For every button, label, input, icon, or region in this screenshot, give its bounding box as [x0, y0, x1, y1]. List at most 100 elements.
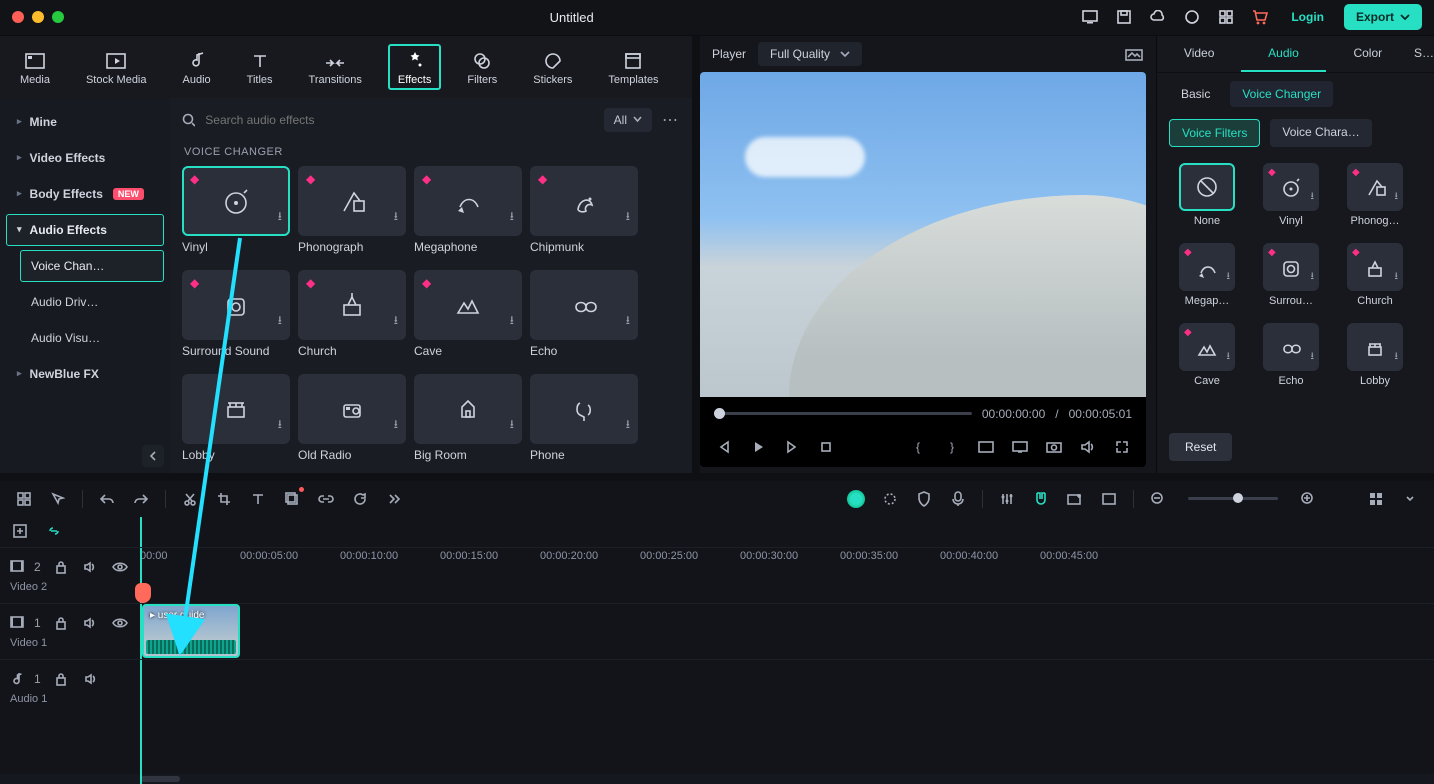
- effect-thumb[interactable]: ⭳: [414, 374, 522, 444]
- download-icon[interactable]: ⭳: [394, 207, 398, 228]
- download-icon[interactable]: ⭳: [626, 207, 630, 228]
- download-icon[interactable]: ⭳: [1227, 349, 1231, 366]
- download-icon[interactable]: ⭳: [510, 415, 514, 436]
- mic-icon[interactable]: [948, 489, 968, 509]
- marker-icon[interactable]: [1099, 489, 1119, 509]
- minimize-icon[interactable]: [32, 11, 44, 23]
- sidebar-item-audio-effects[interactable]: ▾Audio Effects: [6, 214, 164, 246]
- save-icon[interactable]: [1113, 6, 1135, 28]
- voicefilter-thumb[interactable]: ⭳: [1263, 323, 1319, 371]
- next-frame-button[interactable]: [782, 437, 802, 457]
- seek-slider[interactable]: [714, 412, 972, 415]
- mute-icon[interactable]: [80, 557, 100, 577]
- lock-icon[interactable]: [51, 557, 71, 577]
- effect-thumb[interactable]: ⭳: [182, 374, 290, 444]
- download-icon[interactable]: ⭳: [278, 207, 282, 228]
- crop-button[interactable]: [214, 489, 234, 509]
- tab-audio[interactable]: Audio: [173, 44, 221, 90]
- undo-button[interactable]: [97, 489, 117, 509]
- effect-thumb[interactable]: ◆⭳: [414, 270, 522, 340]
- shield-icon[interactable]: [914, 489, 934, 509]
- rotate-button[interactable]: [350, 489, 370, 509]
- mixer-icon[interactable]: [997, 489, 1017, 509]
- zoom-slider[interactable]: [1188, 497, 1278, 500]
- device-icon[interactable]: [1079, 6, 1101, 28]
- download-icon[interactable]: ⭳: [1311, 269, 1315, 286]
- effect-thumb[interactable]: ◆⭳: [182, 166, 290, 236]
- pill-voice-characters[interactable]: Voice Chara…: [1270, 119, 1371, 147]
- player-canvas[interactable]: [700, 72, 1146, 397]
- aspect-dropdown[interactable]: [976, 437, 996, 457]
- inspector-tab-video[interactable]: Video: [1157, 36, 1241, 72]
- cloud-icon[interactable]: [1147, 6, 1169, 28]
- maximize-icon[interactable]: [52, 11, 64, 23]
- zoom-out-button[interactable]: [1148, 489, 1168, 509]
- voicefilter-thumb[interactable]: ◆⭳: [1347, 243, 1403, 291]
- support-icon[interactable]: [1181, 6, 1203, 28]
- download-icon[interactable]: ⭳: [1227, 269, 1231, 286]
- tab-effects[interactable]: Effects: [388, 44, 441, 90]
- sidebar-item-mine[interactable]: ▸Mine: [6, 106, 164, 138]
- voicefilter-thumb[interactable]: ◆⭳: [1263, 243, 1319, 291]
- effect-thumb[interactable]: ◆⭳: [414, 166, 522, 236]
- search-input[interactable]: [182, 112, 594, 128]
- subtab-voice-changer[interactable]: Voice Changer: [1230, 81, 1333, 107]
- visibility-icon[interactable]: [110, 613, 130, 633]
- close-icon[interactable]: [12, 11, 24, 23]
- login-link[interactable]: Login: [1283, 4, 1332, 30]
- download-icon[interactable]: ⭳: [1395, 349, 1399, 366]
- timeline-scrollbar[interactable]: [0, 774, 1434, 784]
- reset-button[interactable]: Reset: [1169, 433, 1232, 461]
- download-icon[interactable]: ⭳: [626, 415, 630, 436]
- tab-stickers[interactable]: Stickers: [523, 46, 582, 90]
- download-icon[interactable]: ⭳: [1395, 269, 1399, 286]
- stop-button[interactable]: [816, 437, 836, 457]
- effect-thumb[interactable]: ◆⭳: [182, 270, 290, 340]
- tab-filters[interactable]: Filters: [457, 46, 507, 90]
- display-button[interactable]: [1010, 437, 1030, 457]
- voicefilter-thumb[interactable]: ◆⭳: [1263, 163, 1319, 211]
- sidebar-item-body-effects[interactable]: ▸Body EffectsNEW: [6, 178, 164, 210]
- timeline-clip[interactable]: ▸ user guide: [142, 604, 240, 658]
- magnet-icon[interactable]: [1031, 489, 1051, 509]
- lock-icon[interactable]: [51, 613, 71, 633]
- mute-icon[interactable]: [81, 669, 101, 689]
- visibility-icon[interactable]: [110, 557, 130, 577]
- prev-frame-button[interactable]: [714, 437, 734, 457]
- camera-icon[interactable]: [1044, 437, 1064, 457]
- inspector-tab-more[interactable]: S…: [1410, 36, 1434, 72]
- marker-add-icon[interactable]: [1065, 489, 1085, 509]
- inspector-tab-audio[interactable]: Audio: [1241, 36, 1325, 72]
- snapshot-icon[interactable]: [1124, 44, 1144, 64]
- download-icon[interactable]: ⭳: [1395, 189, 1399, 206]
- sidebar-item-voice-changer[interactable]: Voice Chan…: [20, 250, 164, 282]
- download-icon[interactable]: ⭳: [1311, 189, 1315, 206]
- timeline-track[interactable]: 1Video 1▸ user guide: [0, 603, 1434, 659]
- quality-dropdown[interactable]: Full Quality: [758, 42, 862, 66]
- zoom-in-button[interactable]: [1298, 489, 1318, 509]
- effect-thumb[interactable]: ⭳: [530, 270, 638, 340]
- export-button[interactable]: Export: [1344, 4, 1422, 30]
- effect-thumb[interactable]: ◆⭳: [298, 270, 406, 340]
- fullscreen-button[interactable]: [1112, 437, 1132, 457]
- cut-button[interactable]: [180, 489, 200, 509]
- timeline-view-button[interactable]: [1366, 489, 1386, 509]
- download-icon[interactable]: ⭳: [394, 415, 398, 436]
- play-button[interactable]: [748, 437, 768, 457]
- effect-thumb[interactable]: ◆⭳: [530, 166, 638, 236]
- sidebar-item-video-effects[interactable]: ▸Video Effects: [6, 142, 164, 174]
- more-tools-button[interactable]: [384, 489, 404, 509]
- voicefilter-thumb[interactable]: ⭳: [1347, 323, 1403, 371]
- tab-titles[interactable]: Titles: [237, 46, 283, 90]
- tab-templates[interactable]: Templates: [598, 46, 668, 90]
- voicefilter-thumb[interactable]: ◆⭳: [1347, 163, 1403, 211]
- link-button[interactable]: [316, 489, 336, 509]
- download-icon[interactable]: ⭳: [510, 207, 514, 228]
- filter-dropdown[interactable]: All: [604, 108, 652, 132]
- more-menu-button[interactable]: ⋯: [662, 110, 680, 130]
- timeline-track[interactable]: 1Audio 1: [0, 659, 1434, 715]
- download-icon[interactable]: ⭳: [394, 311, 398, 332]
- link-toggle[interactable]: [44, 521, 64, 541]
- cart-icon[interactable]: [1249, 6, 1271, 28]
- volume-button[interactable]: [1078, 437, 1098, 457]
